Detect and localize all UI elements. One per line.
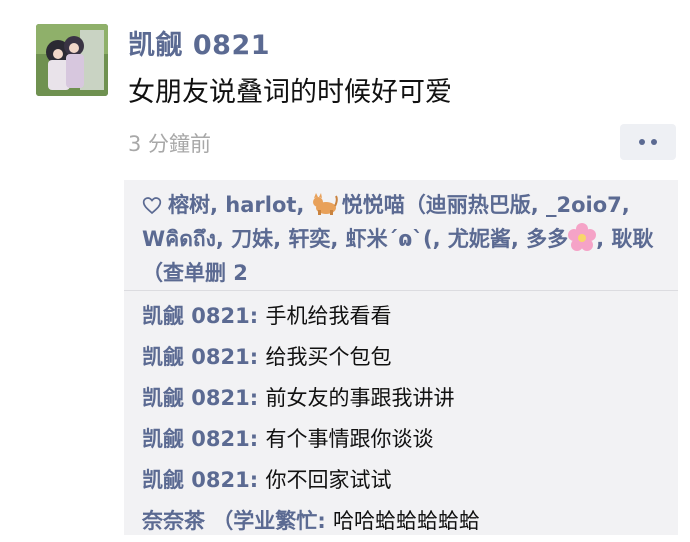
likes-list: 榕树, harlot, 悦悦喵（迪丽热巴版, _2oio7, Wคิดถึง, …: [142, 188, 662, 290]
more-options-button[interactable]: [620, 124, 676, 160]
comment-text: 前女友的事跟我讲讲: [265, 386, 455, 410]
comment-colon: :: [249, 304, 266, 328]
more-options-icon: [639, 139, 645, 145]
comment-author[interactable]: 奈奈茶 （学业繁忙: [142, 509, 317, 533]
comment-row[interactable]: 凯觎 0821: 前女友的事跟我讲讲: [142, 378, 672, 419]
comment-text: 手机给我看看: [265, 304, 392, 328]
comment-row[interactable]: 凯觎 0821: 给我买个包包: [142, 337, 672, 378]
comment-text: 有个事情跟你谈谈: [265, 427, 434, 451]
avatar[interactable]: [36, 24, 108, 96]
comment-author[interactable]: 凯觎 0821: [142, 468, 250, 492]
avatar-image: [36, 24, 108, 96]
comment-row[interactable]: 凯觎 0821: 有个事情跟你谈谈: [142, 419, 672, 460]
post-text: 女朋友说叠词的时候好可爱: [128, 77, 452, 108]
comment-colon: :: [249, 386, 266, 410]
comment-author[interactable]: 凯觎 0821: [142, 427, 250, 451]
comment-row[interactable]: 凯觎 0821: 你不回家试试: [142, 460, 672, 501]
comment-colon: :: [249, 468, 266, 492]
post-author-name[interactable]: 凯觎 0821: [128, 23, 270, 62]
comment-text: 哈哈蛤蛤蛤蛤蛤: [333, 509, 481, 533]
more-options-icon-dot: [651, 139, 657, 145]
heart-icon: [142, 197, 162, 215]
cat-emoji-icon: [312, 193, 338, 215]
divider: [124, 290, 678, 291]
cherry-blossom-emoji-icon: [568, 223, 597, 251]
likes-names-part1[interactable]: 榕树, harlot,: [168, 193, 312, 217]
comment-colon: :: [249, 345, 266, 369]
comment-text: 你不回家试试: [265, 468, 392, 492]
comment-colon: :: [249, 427, 266, 451]
post-timestamp: 3 分鐘前: [128, 132, 212, 156]
comment-text: 给我买个包包: [265, 345, 392, 369]
comment-author[interactable]: 凯觎 0821: [142, 345, 250, 369]
comments-list: 凯觎 0821: 手机给我看看 凯觎 0821: 给我买个包包 凯觎 0821:…: [142, 296, 672, 542]
comment-row[interactable]: 凯觎 0821: 手机给我看看: [142, 296, 672, 337]
interaction-panel: 榕树, harlot, 悦悦喵（迪丽热巴版, _2oio7, Wคิดถึง, …: [124, 180, 678, 535]
comment-author[interactable]: 凯觎 0821: [142, 386, 250, 410]
comment-row[interactable]: 奈奈茶 （学业繁忙: 哈哈蛤蛤蛤蛤蛤: [142, 501, 672, 542]
comment-author[interactable]: 凯觎 0821: [142, 304, 250, 328]
comment-colon: :: [317, 509, 334, 533]
